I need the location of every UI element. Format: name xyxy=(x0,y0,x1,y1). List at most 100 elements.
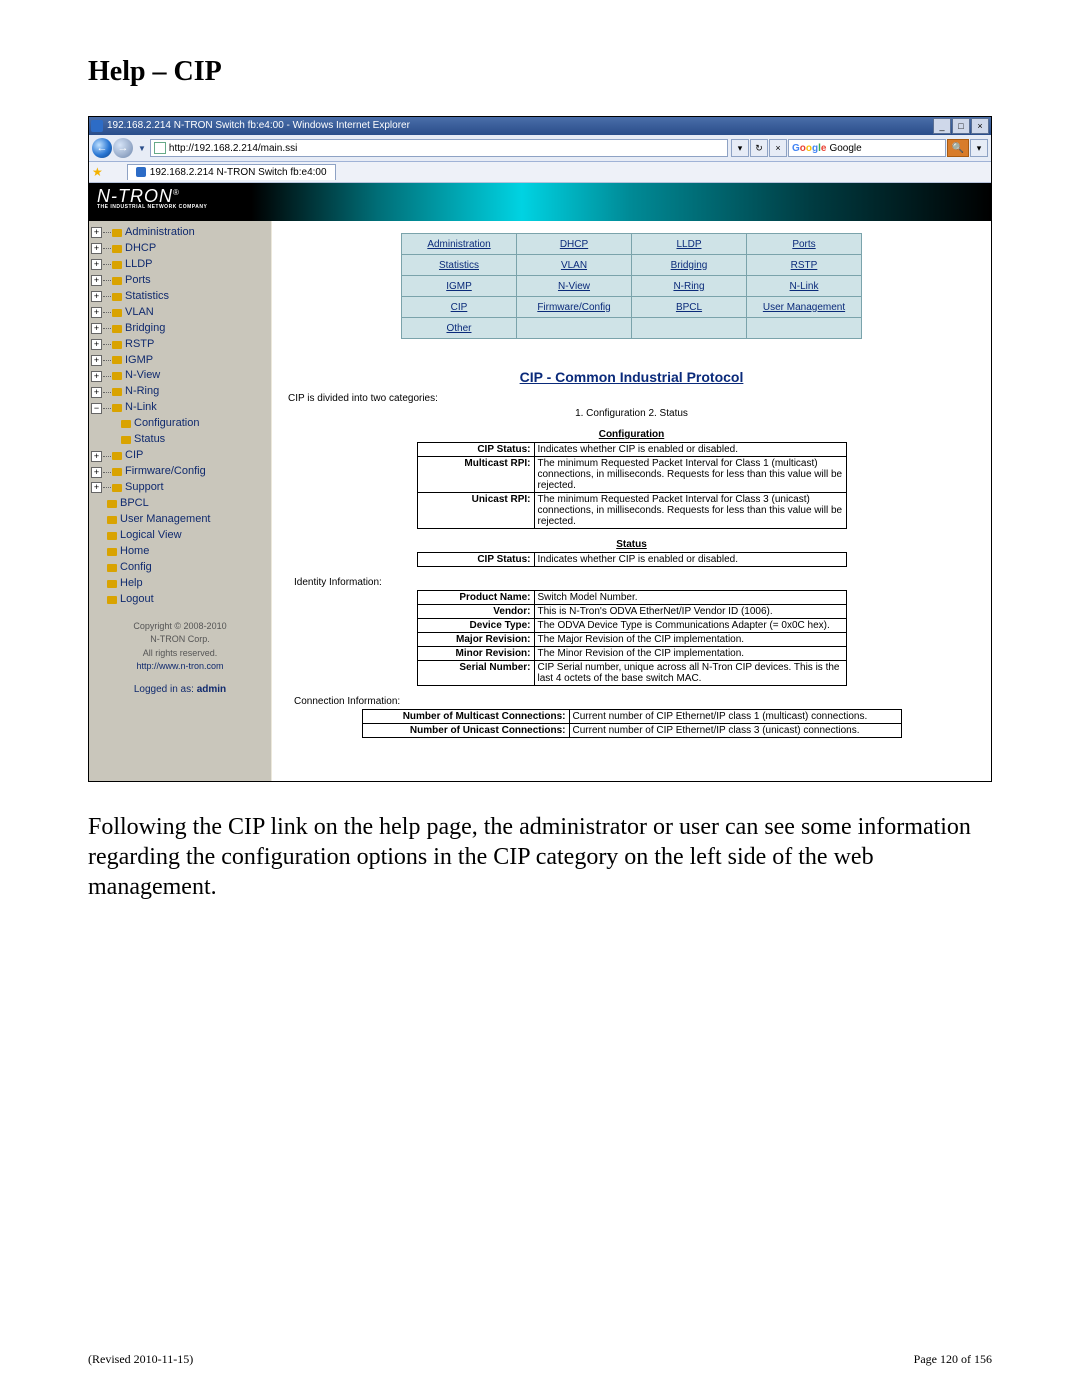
brand-banner: N-TRON® THE INDUSTRIAL NETWORK COMPANY xyxy=(89,183,991,221)
nav-item-bpcl[interactable]: BPCL xyxy=(91,496,269,512)
search-placeholder: Google xyxy=(829,143,861,154)
nav-item-support[interactable]: +Support xyxy=(91,480,269,496)
close-button[interactable]: × xyxy=(971,118,989,134)
folder-icon xyxy=(107,548,117,556)
nav-item-dhcp[interactable]: +DHCP xyxy=(91,241,269,257)
nav-item-administration[interactable]: +Administration xyxy=(91,225,269,241)
nav-sidebar: +Administration +DHCP +LLDP +Ports +Stat… xyxy=(89,221,272,781)
ntron-url[interactable]: http://www.n-tron.com xyxy=(136,661,223,671)
folder-icon xyxy=(107,532,117,540)
identity-heading: Identity Information: xyxy=(294,577,969,588)
nav-item-statistics[interactable]: +Statistics xyxy=(91,289,269,305)
folder-icon xyxy=(121,420,131,428)
help-link-statistics[interactable]: Statistics xyxy=(439,260,479,271)
folder-icon xyxy=(107,500,117,508)
nav-item-usermgmt[interactable]: User Management xyxy=(91,512,269,528)
search-input[interactable]: Google Google xyxy=(788,139,946,157)
folder-icon xyxy=(107,564,117,572)
window-title: 192.168.2.214 N-TRON Switch fb:e4:00 - W… xyxy=(107,117,410,135)
status-heading: Status xyxy=(294,539,969,550)
nav-item-bridging[interactable]: +Bridging xyxy=(91,321,269,337)
content-pane: Administration DHCP LLDP Ports Statistic… xyxy=(272,221,991,781)
cip-page-title: CIP - Common Industrial Protocol xyxy=(294,369,969,385)
help-link-bpcl[interactable]: BPCL xyxy=(676,302,702,313)
folder-icon xyxy=(112,341,122,349)
sidebar-footer: Copyright © 2008-2010 N-TRON Corp. All r… xyxy=(91,620,269,674)
folder-icon xyxy=(112,484,122,492)
compat-dropdown-icon[interactable]: ▾ xyxy=(731,139,749,157)
help-link-vlan[interactable]: VLAN xyxy=(561,260,587,271)
connection-heading: Connection Information: xyxy=(294,696,969,707)
favorites-icon[interactable]: ★ xyxy=(92,165,103,179)
refresh-button[interactable]: ↻ xyxy=(750,139,768,157)
nav-item-lldp[interactable]: +LLDP xyxy=(91,257,269,273)
help-link-nview[interactable]: N-View xyxy=(558,281,590,292)
help-link-dhcp[interactable]: DHCP xyxy=(560,239,588,250)
browser-screenshot: 192.168.2.214 N-TRON Switch fb:e4:00 - W… xyxy=(88,116,992,782)
folder-icon xyxy=(112,468,122,476)
help-link-usermgmt[interactable]: User Management xyxy=(763,302,845,313)
history-dropdown-icon[interactable]: ▼ xyxy=(138,144,146,153)
help-link-nring[interactable]: N-Ring xyxy=(673,281,704,292)
folder-icon xyxy=(112,388,122,396)
nav-item-igmp[interactable]: +IGMP xyxy=(91,353,269,369)
nav-item-cip[interactable]: +CIP xyxy=(91,448,269,464)
help-link-administration[interactable]: Administration xyxy=(427,239,490,250)
status-table: CIP Status:Indicates whether CIP is enab… xyxy=(417,552,847,567)
nav-item-nview[interactable]: +N-View xyxy=(91,368,269,384)
nav-item-nlink-configuration[interactable]: Configuration xyxy=(91,416,269,432)
help-link-firmware[interactable]: Firmware/Config xyxy=(537,302,610,313)
help-link-igmp[interactable]: IGMP xyxy=(446,281,472,292)
nav-item-ports[interactable]: +Ports xyxy=(91,273,269,289)
help-link-nlink[interactable]: N-Link xyxy=(790,281,819,292)
config-table: CIP Status:Indicates whether CIP is enab… xyxy=(417,442,847,529)
nav-item-nlink[interactable]: −N-Link xyxy=(91,400,269,416)
search-button[interactable]: 🔍 xyxy=(947,139,969,157)
address-bar: ← → ▼ http://192.168.2.214/main.ssi ▾ ↻ … xyxy=(89,135,991,162)
folder-icon xyxy=(112,309,122,317)
folder-icon xyxy=(112,372,122,380)
help-link-grid: Administration DHCP LLDP Ports Statistic… xyxy=(401,233,862,339)
nav-item-rstp[interactable]: +RSTP xyxy=(91,337,269,353)
nav-item-vlan[interactable]: +VLAN xyxy=(91,305,269,321)
revised-date: (Revised 2010-11-15) xyxy=(88,1352,193,1367)
favorites-bar: ★ 192.168.2.214 N-TRON Switch fb:e4:00 xyxy=(89,162,991,183)
search-options-icon[interactable]: ▾ xyxy=(970,139,988,157)
page-icon xyxy=(154,142,166,154)
help-link-other[interactable]: Other xyxy=(446,323,471,334)
figure-caption: Following the CIP link on the help page,… xyxy=(88,812,992,902)
help-link-bridging[interactable]: Bridging xyxy=(671,260,708,271)
folder-icon xyxy=(112,452,122,460)
nav-item-firmware[interactable]: +Firmware/Config xyxy=(91,464,269,480)
folder-icon xyxy=(112,293,122,301)
nav-item-nlink-status[interactable]: Status xyxy=(91,432,269,448)
cip-category-line: 1. Configuration 2. Status xyxy=(294,408,969,419)
folder-icon xyxy=(112,356,122,364)
help-link-cip[interactable]: CIP xyxy=(451,302,468,313)
nav-item-logout[interactable]: Logout xyxy=(91,592,269,608)
nav-item-nring[interactable]: +N-Ring xyxy=(91,384,269,400)
folder-icon xyxy=(107,596,117,604)
back-button[interactable]: ← xyxy=(92,138,112,158)
connection-table: Number of Multicast Connections:Current … xyxy=(362,709,902,738)
nav-item-config[interactable]: Config xyxy=(91,560,269,576)
minimize-button[interactable]: _ xyxy=(933,118,951,134)
help-link-rstp[interactable]: RSTP xyxy=(791,260,818,271)
help-link-lldp[interactable]: LLDP xyxy=(676,239,701,250)
browser-tab[interactable]: 192.168.2.214 N-TRON Switch fb:e4:00 xyxy=(127,164,336,180)
folder-icon xyxy=(107,516,117,524)
url-input[interactable]: http://192.168.2.214/main.ssi xyxy=(150,139,728,157)
folder-icon xyxy=(112,261,122,269)
document-heading: Help – CIP xyxy=(88,56,992,88)
nav-item-home[interactable]: Home xyxy=(91,544,269,560)
folder-icon xyxy=(112,404,122,412)
nav-item-help[interactable]: Help xyxy=(91,576,269,592)
stop-button[interactable]: × xyxy=(769,139,787,157)
login-status: Logged in as: admin xyxy=(91,684,269,695)
ie-icon xyxy=(91,120,103,132)
forward-button[interactable]: → xyxy=(113,138,133,158)
maximize-button[interactable]: □ xyxy=(952,118,970,134)
nav-item-logicalview[interactable]: Logical View xyxy=(91,528,269,544)
page-number: Page 120 of 156 xyxy=(914,1352,992,1367)
help-link-ports[interactable]: Ports xyxy=(792,239,815,250)
